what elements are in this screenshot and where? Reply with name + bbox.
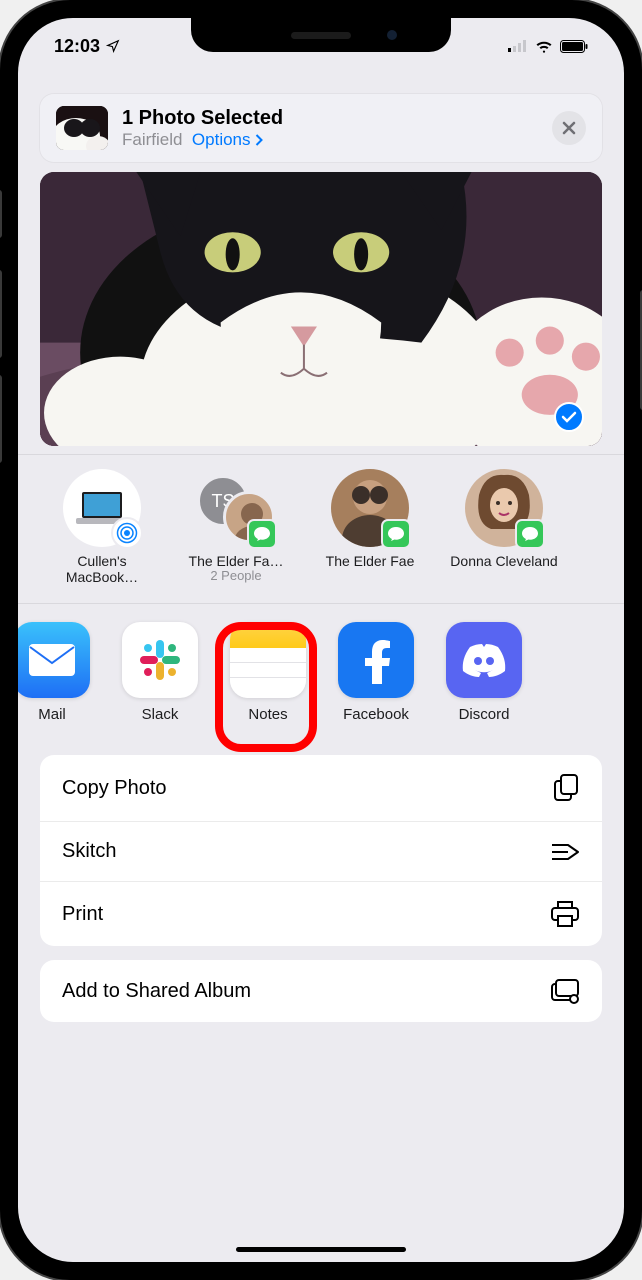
contact-item-group[interactable]: TS The Elder Fa… 2 People — [176, 469, 296, 587]
share-header: 1 Photo Selected Fairfield Options — [40, 94, 602, 162]
app-item-facebook[interactable]: Facebook — [336, 622, 416, 723]
volume-down — [0, 375, 2, 463]
app-label: Mail — [38, 706, 66, 723]
messages-icon — [253, 526, 271, 542]
contact-name: Cullen's MacBook… — [42, 553, 162, 587]
mute-switch — [0, 190, 2, 238]
app-item-notes[interactable]: Notes — [228, 622, 308, 723]
action-list: Copy Photo Skitch Print — [40, 755, 602, 946]
action-label: Skitch — [62, 840, 116, 863]
front-camera — [387, 30, 397, 40]
app-label: Slack — [142, 706, 179, 723]
slack-icon — [136, 636, 184, 684]
share-options-link[interactable]: Options — [192, 130, 264, 149]
app-item-discord[interactable]: Discord — [444, 622, 524, 723]
share-title: 1 Photo Selected — [122, 107, 538, 130]
action-list-secondary: Add to Shared Album — [40, 960, 602, 1022]
contacts-row[interactable]: Cullen's MacBook… TS — [18, 459, 624, 599]
wifi-icon — [535, 39, 553, 53]
selected-check — [554, 402, 584, 432]
home-indicator[interactable] — [236, 1247, 406, 1252]
messages-icon — [387, 526, 405, 542]
contact-name: The Elder Fa… — [189, 553, 284, 569]
location-arrow-icon — [106, 39, 120, 53]
share-sheet: 1 Photo Selected Fairfield Options — [18, 18, 624, 1262]
apps-row[interactable]: Mail — [18, 608, 624, 733]
app-label: Facebook — [343, 706, 409, 723]
app-label: Discord — [459, 706, 510, 723]
photo-preview[interactable] — [40, 172, 602, 446]
airdrop-icon — [116, 522, 138, 544]
action-label: Print — [62, 903, 103, 926]
discord-icon — [460, 641, 508, 679]
app-item-slack[interactable]: Slack — [120, 622, 200, 723]
contact-item-person[interactable]: Donna Cleveland — [444, 469, 564, 587]
close-icon — [562, 121, 576, 135]
chevron-right-icon — [255, 134, 264, 146]
app-item-mail[interactable]: Mail — [18, 622, 92, 723]
notch — [191, 18, 451, 52]
divider — [18, 454, 624, 455]
copy-icon — [552, 773, 580, 803]
share-subtitle-location: Fairfield — [122, 130, 182, 149]
action-label: Add to Shared Album — [62, 980, 251, 1003]
header-thumbnail — [56, 106, 108, 150]
action-print[interactable]: Print — [40, 882, 602, 946]
mail-icon — [28, 643, 76, 677]
action-copy-photo[interactable]: Copy Photo — [40, 755, 602, 822]
screen: 12:03 — [18, 18, 624, 1262]
skitch-icon — [550, 841, 580, 863]
messages-badge — [515, 519, 545, 549]
status-time: 12:03 — [54, 36, 100, 57]
contact-name: The Elder Fae — [326, 553, 415, 587]
volume-up — [0, 270, 2, 358]
divider — [18, 603, 624, 604]
contact-sub: 2 People — [189, 569, 284, 584]
airdrop-badge — [111, 517, 143, 549]
messages-badge — [247, 519, 277, 549]
photo-illustration — [40, 172, 602, 446]
contact-item-device[interactable]: Cullen's MacBook… — [42, 469, 162, 587]
check-icon — [561, 411, 577, 423]
cellular-icon — [508, 40, 528, 52]
contact-item-person[interactable]: The Elder Fae — [310, 469, 430, 587]
close-button[interactable] — [552, 111, 586, 145]
speaker-grill — [291, 32, 351, 39]
app-label: Notes — [248, 706, 287, 723]
contact-name: Donna Cleveland — [450, 553, 557, 587]
action-skitch[interactable]: Skitch — [40, 822, 602, 882]
battery-icon — [560, 40, 588, 53]
facebook-icon — [356, 636, 396, 684]
shared-album-icon — [550, 978, 580, 1004]
action-add-shared-album[interactable]: Add to Shared Album — [40, 960, 602, 1022]
messages-badge — [381, 519, 411, 549]
action-label: Copy Photo — [62, 777, 167, 800]
print-icon — [550, 900, 580, 928]
phone-bezel: 12:03 — [0, 0, 642, 1280]
contact-item-overflow[interactable] — [578, 469, 618, 587]
messages-icon — [521, 526, 539, 542]
